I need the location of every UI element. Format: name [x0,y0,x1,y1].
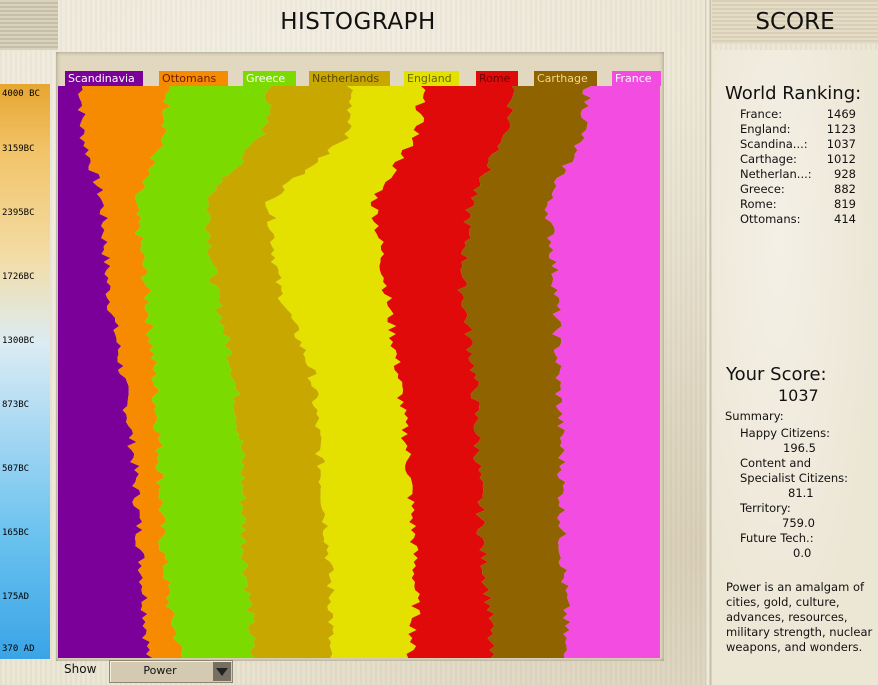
legend-netherlands: Netherlands [309,71,390,86]
ranking-score: 882 [834,182,856,196]
time-label: 165BC [2,528,30,538]
histograph-title: HISTOGRAPH [280,9,436,35]
ranking-row: France: 1469 [740,107,856,122]
ranking-row: Ottomans: 414 [740,212,856,227]
ranking-row: Netherlan...: 928 [740,167,856,182]
time-label: 1726BC [2,272,35,282]
ranking-name: Greece: [740,182,785,196]
power-description: Power is an amalgam of cities, gold, cul… [726,580,876,655]
show-dropdown[interactable]: Power [109,660,233,683]
legend-carthage: Carthage [534,71,597,86]
ranking-name: Ottomans: [740,212,801,226]
ranking-name: England: [740,122,791,136]
content-value: 81.1 [788,486,814,500]
ranking-row: Greece: 882 [740,182,856,197]
world-ranking-heading: World Ranking: [725,83,862,104]
summary-label: Summary: [725,409,784,423]
show-label: Show [64,662,97,676]
future-tech-value: 0.0 [793,546,812,560]
time-label: 3159BC [2,144,35,154]
power-line: military strength, nuclear [726,625,873,639]
ranking-score: 1012 [826,152,856,166]
power-line: advances, resources, [726,610,848,624]
territory-label: Territory: [740,501,791,515]
ranking-score: 1469 [826,107,856,121]
specialist-label: Specialist Citizens: [740,471,848,485]
chevron-down-icon[interactable] [213,662,231,681]
legend-scandinavia: Scandinavia [65,71,143,86]
show-dropdown-value: Power [143,664,177,677]
time-label: 4000 BC [2,89,40,99]
time-label: 2395BC [2,208,35,218]
power-line: cities, gold, culture, [726,595,840,609]
time-label: 873BC [2,400,30,410]
ranking-row: Scandina...: 1037 [740,137,856,152]
ranking-score: 1037 [826,137,856,151]
ranking-score: 1123 [826,122,856,136]
legend-ottomans: Ottomans [159,71,228,86]
ranking-score: 819 [834,197,856,211]
future-tech-label: Future Tech.: [740,531,814,545]
happy-citizens-value: 196.5 [783,441,816,455]
ranking-name: Netherlan...: [740,167,812,181]
your-score-heading: Your Score: [726,364,827,385]
time-label: 507BC [2,464,30,474]
ranking-row: Carthage: 1012 [740,152,856,167]
ranking-row: Rome: 819 [740,197,856,212]
time-label: 1300BC [2,336,35,346]
content-label: Content and [740,456,812,470]
legend-england: England [404,71,459,86]
power-line: weapons, and wonders. [726,640,863,654]
power-line: Power is an amalgam of [726,580,865,594]
time-label: 175AD [2,592,30,602]
territory-value: 759.0 [782,516,815,530]
your-score-value: 1037 [778,386,819,405]
time-axis-bar [0,84,50,659]
ranking-row: England: 1123 [740,122,856,137]
happy-citizens-label: Happy Citizens: [740,426,830,440]
ranking-score: 414 [834,212,856,226]
panel-divider [705,0,711,685]
score-title: SCORE [712,0,878,44]
ranking-name: Rome: [740,197,777,211]
corner-strip [0,0,58,50]
legend-france: France [612,71,661,86]
legend-rome: Rome [476,71,518,86]
histograph-chart [58,86,660,658]
legend-greece: Greece [243,71,296,86]
ranking-name: Scandina...: [740,137,808,151]
ranking-score: 928 [834,167,856,181]
ranking-name: Carthage: [740,152,797,166]
ranking-name: France: [740,107,783,121]
time-label: 370 AD [2,644,35,654]
